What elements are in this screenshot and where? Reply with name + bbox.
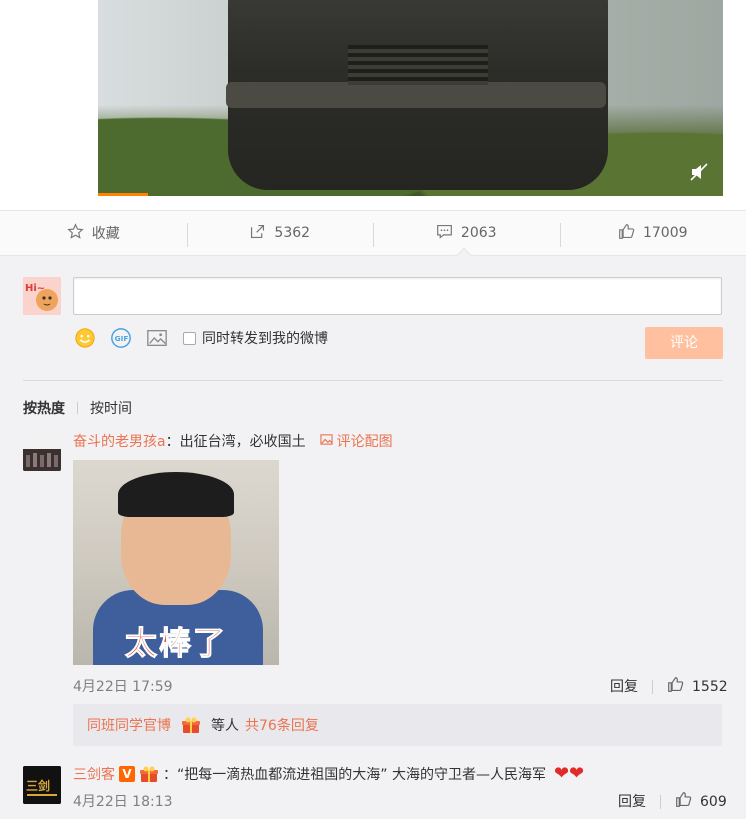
svg-text:Hi~: Hi~: [25, 283, 45, 294]
sort-by-hot-tab[interactable]: 按热度: [23, 398, 65, 418]
share-icon: [249, 223, 266, 244]
comment-text-line: 三剑客 V ：“把每一滴热血都流进祖国的大海” 大海的守卫者—人民海军 ❤❤: [73, 763, 584, 784]
sub-reply-middle-text: 等人: [211, 718, 239, 734]
sort-by-time-tab[interactable]: 按时间: [90, 398, 132, 418]
video-frame-bumper: [226, 82, 606, 108]
svg-text:三剑: 三剑: [26, 778, 50, 793]
comment-like-count: 1552: [692, 678, 728, 695]
comment-timestamp: 4月22日 18:13: [73, 794, 173, 810]
repost-checkbox[interactable]: 同时转发到我的微博: [183, 328, 328, 348]
repost-button[interactable]: 5362: [186, 211, 374, 255]
comment-like-button[interactable]: 609: [660, 791, 727, 812]
sub-replies-summary[interactable]: 同班同学官博 等人 共76条回复: [73, 704, 722, 746]
favorite-button[interactable]: 收藏: [0, 211, 187, 255]
comment-picture-link[interactable]: 评论配图: [319, 431, 393, 451]
checkbox-box[interactable]: [183, 331, 196, 345]
commenter-avatar[interactable]: 三剑: [23, 766, 61, 804]
picture-link-label: 评论配图: [336, 434, 393, 450]
commenter-avatar[interactable]: [23, 433, 61, 471]
like-separator: [652, 679, 653, 694]
thumbs-up-icon: [618, 223, 635, 244]
gif-icon[interactable]: GIF: [109, 326, 133, 350]
video-player[interactable]: [98, 0, 723, 196]
svg-text:GIF: GIF: [115, 334, 129, 343]
comment-button[interactable]: 2063: [373, 211, 560, 255]
comment-input[interactable]: [73, 277, 722, 315]
like-separator: [660, 794, 661, 809]
video-frame-grille: [348, 45, 488, 85]
image-caption: 太棒了: [124, 624, 228, 663]
picture-icon: [319, 433, 333, 450]
weibo-post-page: 收藏 5362 2063 17009 Hi~ GIF 同时转发到我的微博 评论 …: [0, 0, 746, 819]
sub-reply-username[interactable]: 同班同学官博: [87, 715, 171, 735]
comment-like-count: 609: [700, 793, 727, 810]
reply-button[interactable]: 回复: [618, 791, 646, 811]
comment-icon: [436, 223, 453, 244]
comment-text: ：“把每一滴热血都流进祖国的大海” 大海的守卫者—人民海军: [163, 766, 546, 783]
sort-separator: [77, 402, 78, 414]
like-count: 17009: [642, 225, 688, 241]
comment-count: 2063: [460, 225, 497, 241]
heart-emoji-icon: ❤❤: [553, 763, 585, 784]
repost-count: 5362: [274, 225, 311, 241]
avatar[interactable]: Hi~: [23, 277, 61, 315]
comment-sort-tabs: 按热度 按时间: [23, 398, 132, 418]
thumbs-up-icon: [667, 676, 684, 697]
post-action-bar: 收藏 5362 2063 17009: [0, 210, 746, 256]
comment-username[interactable]: 三剑客: [73, 764, 115, 784]
reply-button[interactable]: 回复: [610, 676, 638, 696]
submit-comment-button[interactable]: 评论: [645, 327, 723, 359]
composer-tools: GIF 同时转发到我的微博: [73, 325, 328, 351]
sub-reply-count[interactable]: 共76条回复: [245, 715, 319, 735]
like-button[interactable]: 17009: [559, 211, 746, 255]
comment-text-line: 奋斗的老男孩a ：出征台湾，必收国土 评论配图: [73, 431, 393, 451]
comment-like-button[interactable]: 1552: [652, 676, 728, 697]
divider: [23, 380, 722, 381]
thumbs-up-icon: [675, 791, 692, 812]
comment-image[interactable]: 太棒了: [73, 460, 279, 665]
comment-username[interactable]: 奋斗的老男孩a: [73, 431, 166, 451]
verified-badge: V: [119, 765, 135, 782]
mute-icon[interactable]: [689, 162, 709, 182]
comment-timestamp: 4月22日 17:59: [73, 679, 173, 695]
image-hair: [118, 472, 234, 517]
star-icon: [67, 222, 84, 244]
gift-badge-icon: [181, 716, 201, 734]
video-progress-bar[interactable]: [98, 193, 148, 196]
image-icon[interactable]: [145, 326, 169, 350]
favorite-label: 收藏: [91, 226, 120, 242]
gift-badge-icon: [139, 765, 159, 783]
repost-checkbox-label: 同时转发到我的微博: [202, 331, 328, 347]
emoji-icon[interactable]: [73, 326, 97, 350]
comment-text: ：出征台湾，必收国土: [165, 434, 306, 450]
